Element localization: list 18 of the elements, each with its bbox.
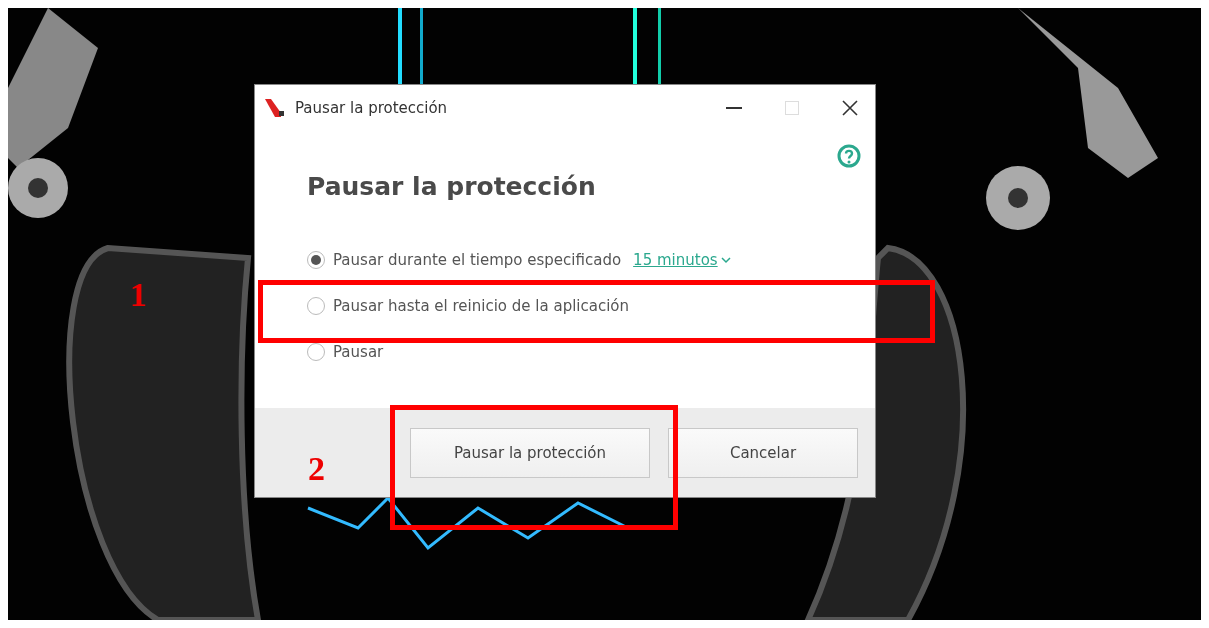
dialog-heading: Pausar la protección (307, 172, 597, 201)
radio-button[interactable] (307, 343, 325, 361)
option-label: Pausar durante el tiempo especificado (333, 251, 622, 269)
app-logo-icon (265, 98, 285, 117)
maximize-icon (785, 100, 799, 115)
pause-button[interactable]: Pausar la protección (410, 427, 650, 478)
step-number: 1 (130, 276, 147, 314)
close-icon (842, 99, 858, 116)
cancel-button[interactable]: Cancelar (668, 427, 858, 478)
radio-button[interactable] (307, 297, 325, 315)
window-title: Pausar la protección (295, 98, 449, 117)
chevron-down-icon (720, 256, 731, 264)
help-icon[interactable] (837, 144, 861, 168)
option-label: Pausar hasta el reinicio de la aplicación (333, 297, 630, 315)
step-number: 2 (308, 450, 325, 488)
radio-button[interactable] (307, 251, 325, 269)
minimize-icon (726, 106, 742, 109)
option-label: Pausar (333, 343, 384, 361)
